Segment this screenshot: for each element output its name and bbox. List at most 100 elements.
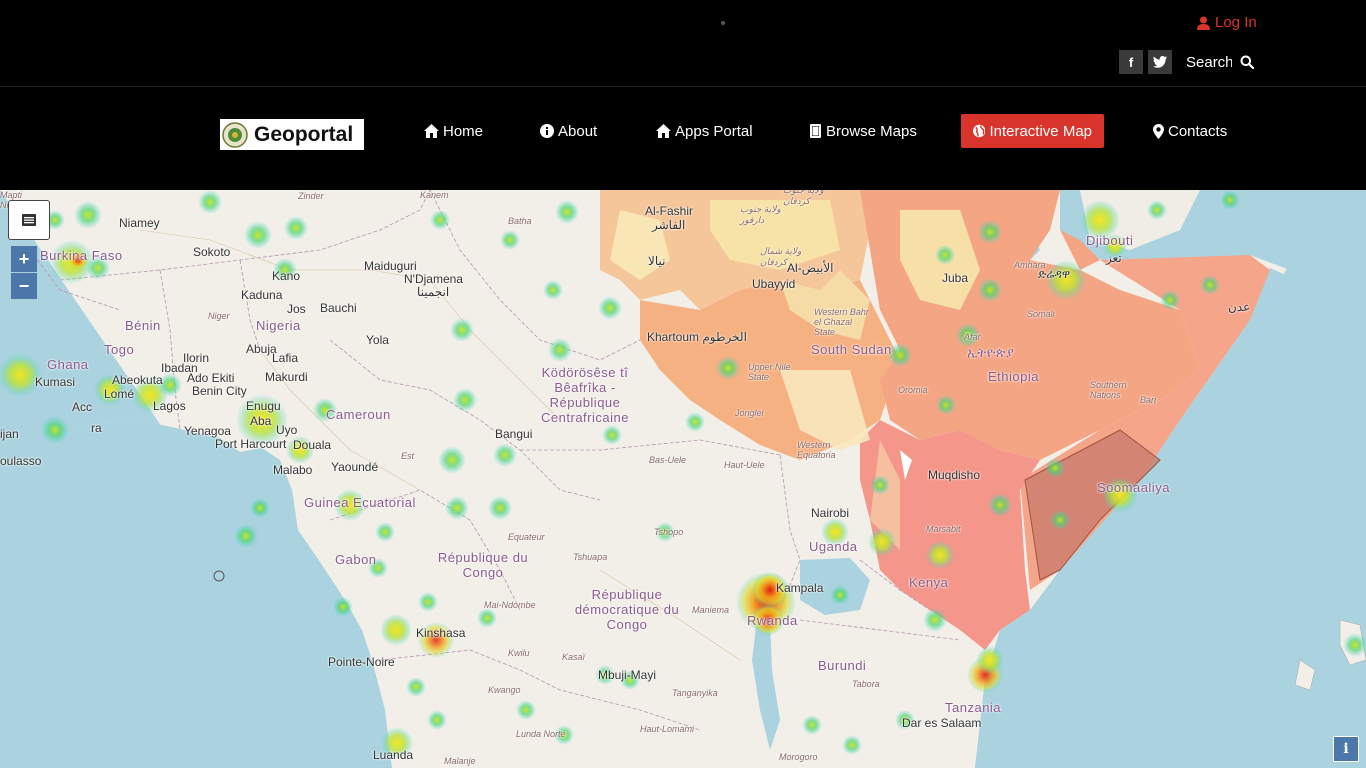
layers-control[interactable] [8, 200, 50, 240]
search-icon[interactable] [1240, 55, 1254, 69]
map-label-region: Jonglei [735, 408, 764, 418]
map-label-city: تعز [1106, 251, 1122, 265]
map-label-region: Tanganyika [672, 688, 718, 698]
map-label-city: Abeokuta [112, 373, 163, 387]
facebook-icon: f [1128, 54, 1134, 70]
map-label-region: Batha [508, 216, 532, 226]
map-label-city: نيالا [648, 254, 666, 268]
map-label-region: Mai-Ndombe [484, 600, 536, 610]
map-label-city: oulasso [0, 454, 42, 468]
nav-apps-portal-label: Apps Portal [675, 122, 753, 140]
map-label-city: ድሬዳዋ [1038, 267, 1071, 281]
map-label-region: Kwilu [508, 648, 530, 658]
map-label-region: Mapti [0, 190, 23, 200]
map-label-city: Luanda [373, 748, 414, 762]
map-label-city: Aba [250, 414, 272, 428]
book-icon [810, 124, 821, 138]
map-label-country: ኢትዮጵያ [967, 345, 1015, 360]
home-icon [424, 124, 439, 138]
map-label-city: Dar es Salaam [902, 716, 982, 730]
map-label-country: Djibouti [1086, 233, 1134, 248]
map-label-region: Tshuapa [573, 552, 608, 562]
map-label-region: Equateur [508, 532, 545, 542]
top-bar: Log In f [0, 0, 1366, 87]
carousel-dot [721, 21, 725, 25]
map-label-city: Maiduguri [364, 259, 417, 273]
map-label-city: Al-Fashir [645, 204, 694, 218]
map-label-city: Kano [272, 269, 301, 283]
interactive-map[interactable]: Niamey Sokoto Zinder Kanem Batha Burkina Faso… [0, 190, 1366, 768]
map-label-city: Nairobi [811, 506, 850, 520]
nav-browse-maps[interactable]: Browse Maps [809, 114, 917, 148]
map-label-region: Tshopo [654, 527, 684, 537]
map-label-city: الفاشر [652, 218, 686, 232]
nav-about[interactable]: About [540, 114, 597, 148]
nav-contacts[interactable]: Contacts [1153, 114, 1227, 148]
nav-home[interactable]: Home [424, 114, 483, 148]
search-input[interactable] [1180, 50, 1232, 74]
map-label-city: Lomé [104, 387, 135, 401]
map-label-country: Uganda [809, 539, 858, 554]
map-label-country: Kenya [909, 575, 949, 590]
info-button[interactable]: i [1333, 736, 1359, 762]
map-label-city: Port Harcourt [215, 437, 287, 451]
map-label-city: Kampala [776, 581, 824, 595]
nav-apps-portal[interactable]: Apps Portal [656, 114, 753, 148]
map-label-city: Ubayyid [752, 277, 796, 291]
login-label: Log In [1215, 14, 1257, 31]
map-label-region: Marsabit [926, 524, 961, 534]
map-marker-icon [1153, 123, 1164, 139]
map-label-city: Kinshasa [416, 626, 466, 640]
map-label-country: Rwanda [747, 613, 798, 628]
map-label-country: Gabon [335, 552, 377, 567]
map-label-country: Soomaaliya [1097, 480, 1170, 495]
login-link[interactable]: Log In [1197, 14, 1257, 31]
map-label-city: Douala [293, 438, 332, 452]
map-label-city: Enugu [246, 399, 281, 413]
map-label-city: Sokoto [193, 245, 231, 259]
map-label-city: N'Djamena [404, 272, 463, 286]
map-label-region: Kanem [420, 190, 449, 200]
map-label-country: Nigeria [256, 318, 301, 333]
map-label-country: South Sudan [811, 342, 892, 357]
map-label-region: Tabora [852, 679, 880, 689]
map-label-city: Bauchi [320, 301, 357, 315]
map-label-region: Haut-Lomami [640, 724, 695, 734]
map-label-region: Upper Nile State [748, 362, 791, 382]
site-logo[interactable]: Geoportal [220, 119, 364, 150]
map-label-city: Benin City [192, 384, 247, 398]
map-label-region: Malanje [444, 756, 476, 766]
twitter-button[interactable] [1148, 50, 1172, 74]
map-label-region: Maniema [692, 605, 730, 615]
map-label-city: Kumasi [35, 375, 76, 389]
map-label-city: Yola [366, 333, 389, 347]
nav-interactive-map-label: Interactive Map [989, 122, 1092, 140]
home-icon [656, 124, 671, 138]
map-label-city: Juba [942, 271, 969, 285]
map-label-region: Est [401, 451, 415, 461]
map-label-country: Togo [104, 342, 135, 357]
map-label-country: Ködörösêse tî Bêafrîka - République Cent… [541, 365, 629, 425]
user-icon [1197, 16, 1210, 30]
map-label-region: Niger [208, 311, 230, 321]
map-label-city: Bangui [495, 427, 533, 441]
map-label-region: Zinder [298, 191, 324, 201]
map-label-region: Bari [1140, 395, 1157, 405]
map-label-city: Malabo [273, 463, 313, 477]
facebook-button[interactable]: f [1119, 50, 1143, 74]
map-label-region: ولاية جنوب كردفان [783, 190, 824, 206]
map-label-city: Mbuji-Mayi [598, 668, 657, 682]
map-label-country: Ghana [47, 357, 89, 372]
map-label-region: Lunda Norte [516, 729, 566, 739]
map-label-city: Acc [72, 400, 93, 414]
map-label-city: Kaduna [241, 288, 283, 302]
map-label-city: Uyo [276, 423, 298, 437]
zoom-in-button[interactable]: + [11, 246, 37, 272]
map-label-country: République du Congo [437, 550, 529, 580]
nav-interactive-map[interactable]: Interactive Map [961, 114, 1104, 148]
map-label-region: ولاية جنوب دارفور [740, 204, 781, 225]
layers-icon [22, 214, 36, 226]
map-label-city: Khartoum الخرطوم [647, 330, 747, 344]
map-label-city: Niamey [119, 216, 160, 230]
zoom-out-button[interactable]: − [11, 273, 37, 299]
